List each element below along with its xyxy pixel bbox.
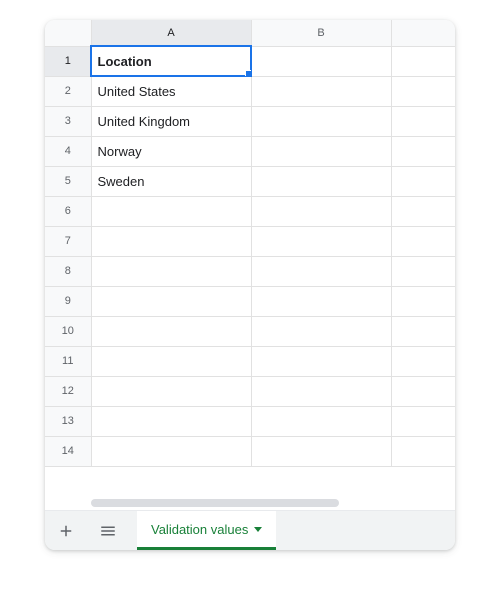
column-header-A[interactable]: A <box>91 20 251 46</box>
cell-A10[interactable] <box>91 316 251 346</box>
all-sheets-button[interactable] <box>87 511 129 550</box>
row-header-9[interactable]: 9 <box>45 286 91 316</box>
horizontal-scrollbar[interactable] <box>45 496 455 510</box>
grid-area: A B 1Location2United States3United Kingd… <box>45 20 455 496</box>
cell-B13[interactable] <box>251 406 391 436</box>
cell-B5[interactable] <box>251 166 391 196</box>
cell-B4[interactable] <box>251 136 391 166</box>
row-header-8[interactable]: 8 <box>45 256 91 286</box>
cell-B9[interactable] <box>251 286 391 316</box>
sheet-footer: Validation values <box>45 510 455 550</box>
cell-B14[interactable] <box>251 436 391 466</box>
sheet-tab-label: Validation values <box>151 522 248 537</box>
menu-icon <box>99 522 117 540</box>
spreadsheet-window: A B 1Location2United States3United Kingd… <box>45 20 455 550</box>
cell-B3[interactable] <box>251 106 391 136</box>
spreadsheet-grid[interactable]: A B 1Location2United States3United Kingd… <box>45 20 455 467</box>
cell-overflow-9[interactable] <box>391 286 455 316</box>
cell-overflow-11[interactable] <box>391 346 455 376</box>
row-header-11[interactable]: 11 <box>45 346 91 376</box>
cell-A1[interactable]: Location <box>91 46 251 76</box>
horizontal-scrollbar-thumb[interactable] <box>91 499 339 507</box>
cell-overflow-12[interactable] <box>391 376 455 406</box>
cell-B6[interactable] <box>251 196 391 226</box>
row-header-3[interactable]: 3 <box>45 106 91 136</box>
cell-B2[interactable] <box>251 76 391 106</box>
row-header-4[interactable]: 4 <box>45 136 91 166</box>
cell-B1[interactable] <box>251 46 391 76</box>
cell-A11[interactable] <box>91 346 251 376</box>
add-sheet-button[interactable] <box>45 511 87 550</box>
row-header-13[interactable]: 13 <box>45 406 91 436</box>
cell-overflow-10[interactable] <box>391 316 455 346</box>
cell-B12[interactable] <box>251 376 391 406</box>
row-header-12[interactable]: 12 <box>45 376 91 406</box>
cell-B7[interactable] <box>251 226 391 256</box>
cell-A3[interactable]: United Kingdom <box>91 106 251 136</box>
cell-B10[interactable] <box>251 316 391 346</box>
cell-A14[interactable] <box>91 436 251 466</box>
row-header-10[interactable]: 10 <box>45 316 91 346</box>
cell-overflow-3[interactable] <box>391 106 455 136</box>
cell-B11[interactable] <box>251 346 391 376</box>
cell-A9[interactable] <box>91 286 251 316</box>
row-header-14[interactable]: 14 <box>45 436 91 466</box>
row-header-1[interactable]: 1 <box>45 46 91 76</box>
column-header-overflow[interactable] <box>391 20 455 46</box>
cell-overflow-14[interactable] <box>391 436 455 466</box>
column-header-B[interactable]: B <box>251 20 391 46</box>
cell-overflow-5[interactable] <box>391 166 455 196</box>
cell-overflow-8[interactable] <box>391 256 455 286</box>
cell-B8[interactable] <box>251 256 391 286</box>
cell-A2[interactable]: United States <box>91 76 251 106</box>
row-header-2[interactable]: 2 <box>45 76 91 106</box>
cell-overflow-2[interactable] <box>391 76 455 106</box>
cell-A12[interactable] <box>91 376 251 406</box>
row-header-5[interactable]: 5 <box>45 166 91 196</box>
cell-overflow-4[interactable] <box>391 136 455 166</box>
plus-icon <box>57 522 75 540</box>
cell-A7[interactable] <box>91 226 251 256</box>
cell-A4[interactable]: Norway <box>91 136 251 166</box>
cell-overflow-7[interactable] <box>391 226 455 256</box>
chevron-down-icon <box>254 527 262 532</box>
cell-A8[interactable] <box>91 256 251 286</box>
cell-A5[interactable]: Sweden <box>91 166 251 196</box>
cell-overflow-1[interactable] <box>391 46 455 76</box>
cell-A6[interactable] <box>91 196 251 226</box>
cell-overflow-13[interactable] <box>391 406 455 436</box>
sheet-tab-active[interactable]: Validation values <box>137 511 276 550</box>
row-header-6[interactable]: 6 <box>45 196 91 226</box>
cell-A13[interactable] <box>91 406 251 436</box>
cell-overflow-6[interactable] <box>391 196 455 226</box>
select-all-corner[interactable] <box>45 20 91 46</box>
row-header-7[interactable]: 7 <box>45 226 91 256</box>
